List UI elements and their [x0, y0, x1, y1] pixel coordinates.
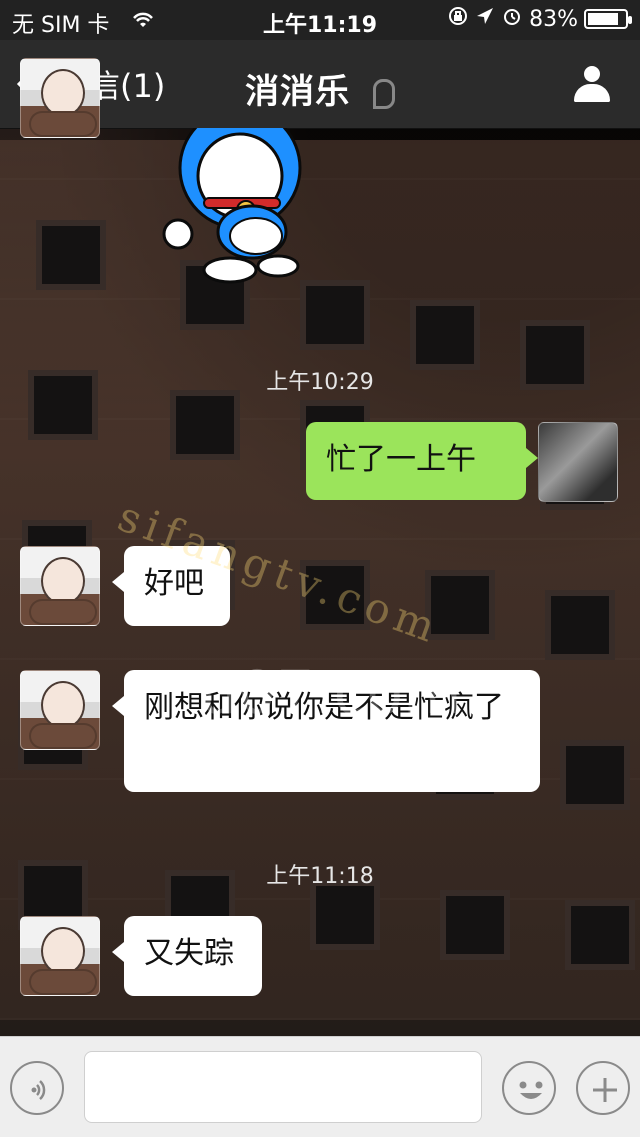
location-icon	[475, 6, 495, 32]
message-input[interactable]	[84, 1051, 482, 1123]
contact-avatar[interactable]	[20, 546, 100, 626]
battery-fill	[588, 13, 618, 25]
message-text: 忙了一上午	[326, 442, 476, 477]
message-text: 好吧	[144, 566, 204, 601]
rotation-lock-icon	[447, 5, 469, 33]
alarm-icon	[501, 5, 523, 33]
chat-title-text: 消消乐	[245, 72, 351, 112]
contact-avatar[interactable]	[20, 58, 100, 138]
watermark-text: u07.com	[200, 658, 462, 728]
message-bubble-left[interactable]: 又失踪	[112, 916, 262, 996]
profile-button[interactable]	[574, 66, 610, 102]
emoji-icon	[519, 1081, 543, 1099]
input-bar	[0, 1036, 640, 1137]
contact-avatar[interactable]	[20, 670, 100, 750]
status-right-icons: 83%	[447, 5, 632, 33]
message-timestamp: 上午11:18	[266, 864, 374, 889]
emoji-button[interactable]	[502, 1061, 556, 1115]
profile-icon	[584, 66, 600, 82]
ear-icon	[372, 78, 395, 109]
voice-button[interactable]	[10, 1061, 64, 1115]
contact-avatar[interactable]	[20, 916, 100, 996]
message-bubble-right[interactable]: 忙了一上午	[306, 422, 538, 500]
message-timestamp: 上午10:29	[266, 370, 374, 395]
voice-icon	[31, 1080, 46, 1100]
doraemon-sticker[interactable]	[160, 106, 320, 288]
battery-percent: 83%	[529, 6, 578, 32]
profile-icon	[574, 84, 610, 102]
plus-icon	[593, 1078, 617, 1102]
my-avatar[interactable]	[538, 422, 618, 502]
chat-area[interactable]: 上午10:29 忙了一上午 好吧 刚想和你说你是不是忙疯了 上午11:18 又失…	[0, 58, 640, 1036]
message-text: 又失踪	[144, 936, 234, 971]
plus-button[interactable]	[576, 1061, 630, 1115]
battery-icon	[584, 9, 632, 29]
status-bar: 无 SIM 卡 上午11:19 83%	[0, 0, 640, 40]
